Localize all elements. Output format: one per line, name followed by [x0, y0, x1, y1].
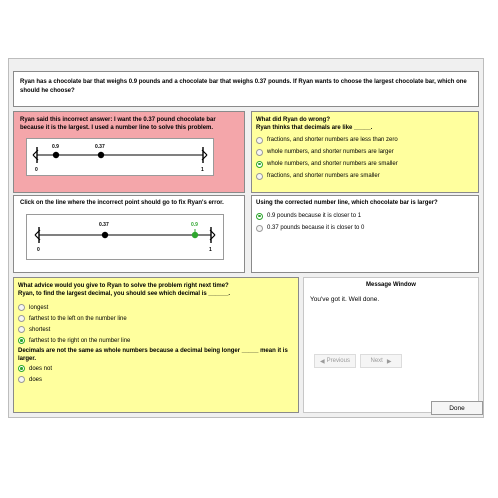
point-0-9: [52, 151, 60, 159]
question-text: Ryan has a chocolate bar that weighs 0.9…: [20, 79, 467, 94]
option-label: 0.9 pounds because it is closer to 1: [267, 213, 362, 219]
radio-icon[interactable]: [18, 315, 25, 322]
advice-prompt-2: Decimals are not the same as whole numbe…: [18, 348, 288, 362]
incorrect-answer-text: Ryan said this incorrect answer: I want …: [20, 117, 216, 131]
radio-selected-icon[interactable]: [18, 337, 25, 344]
radio-icon[interactable]: [256, 224, 263, 232]
advice-option[interactable]: longest: [18, 302, 294, 313]
advice2-option[interactable]: does: [18, 374, 294, 385]
ryan-number-line: 0.9 0.37 0 1: [26, 138, 214, 176]
previous-label: Previous: [326, 358, 350, 364]
wrong-option[interactable]: whole numbers, and shorter numbers are s…: [256, 158, 474, 170]
option-label: 0.37 pounds because it is closer to 0: [267, 225, 365, 231]
option-label: does: [29, 376, 43, 383]
radio-icon[interactable]: [256, 148, 263, 156]
wrong-option[interactable]: fractions, and shorter numbers are small…: [256, 170, 474, 182]
corrected-option[interactable]: 0.37 pounds because it is closer to 0: [256, 222, 474, 234]
fix-number-line-panel: Click on the line where the incorrect po…: [13, 195, 245, 273]
advice2-option[interactable]: does not: [18, 363, 294, 374]
option-label: farthest to the left on the number line: [29, 315, 127, 322]
radio-icon[interactable]: [18, 304, 25, 311]
advice-panel: What advice would you give to Ryan to so…: [13, 277, 299, 413]
corrected-title: Using the corrected number line, which c…: [256, 200, 438, 206]
advice-title: What advice would you give to Ryan to so…: [18, 283, 229, 289]
option-label: whole numbers, and shorter numbers are s…: [267, 161, 398, 167]
advice-option[interactable]: farthest to the right on the number line: [18, 335, 294, 346]
point-0-37: [101, 231, 109, 239]
radio-icon[interactable]: [256, 136, 263, 144]
min-label: 0: [37, 247, 40, 253]
radio-icon[interactable]: [18, 376, 25, 383]
advice-prompt: Ryan, to find the largest decimal, you s…: [18, 291, 231, 297]
point-label: 0.37: [99, 222, 109, 228]
what-wrong-panel: What did Ryan do wrong? Ryan thinks that…: [251, 111, 479, 193]
right-triangle-icon: ▶: [386, 358, 392, 365]
min-label: 0: [35, 167, 38, 173]
point-label: 0.37: [95, 144, 105, 150]
option-label: fractions, and shorter numbers are small…: [267, 173, 380, 179]
advice-option[interactable]: farthest to the left on the number line: [18, 313, 294, 324]
option-label: fractions, and shorter numbers are less …: [267, 137, 398, 143]
what-wrong-title: What did Ryan do wrong?: [256, 117, 330, 123]
point-label: 0.9: [52, 144, 59, 150]
max-label: 1: [201, 167, 204, 173]
wrong-option[interactable]: fractions, and shorter numbers are less …: [256, 134, 474, 146]
option-label: farthest to the right on the number line: [29, 337, 131, 344]
left-triangle-icon: ◀: [320, 358, 325, 365]
point-0-37: [97, 151, 105, 159]
tutor-frame: Ryan has a chocolate bar that weighs 0.9…: [8, 58, 484, 418]
next-label: Next: [370, 358, 383, 364]
point-0-9-corrected[interactable]: [191, 231, 199, 239]
question-panel: Ryan has a chocolate bar that weighs 0.9…: [13, 71, 479, 107]
done-button[interactable]: Done: [431, 401, 483, 415]
radio-selected-icon[interactable]: [256, 212, 263, 220]
option-label: does not: [29, 365, 53, 372]
corrected-option[interactable]: 0.9 pounds because it is closer to 1: [256, 210, 474, 222]
next-button[interactable]: Next ▶: [360, 354, 402, 368]
wrong-option[interactable]: whole numbers, and shorter numbers are l…: [256, 146, 474, 158]
option-label: whole numbers, and shorter numbers are l…: [267, 149, 394, 155]
advice-option[interactable]: shortest: [18, 324, 294, 335]
fix-number-line[interactable]: 0.37 0.9 0 1: [26, 214, 224, 260]
point-label: 0.9: [191, 222, 198, 228]
previous-button[interactable]: ◀ Previous: [314, 354, 356, 368]
option-label: shortest: [29, 326, 51, 333]
message-text: You've got it. Well done.: [310, 296, 380, 303]
radio-icon[interactable]: [256, 172, 263, 180]
max-label: 1: [209, 247, 212, 253]
what-wrong-prompt: Ryan thinks that decimals are like _____…: [256, 125, 373, 131]
fix-number-line-svg[interactable]: 0.37 0.9 0 1: [27, 215, 223, 259]
fix-title: Click on the line where the incorrect po…: [20, 200, 224, 206]
corrected-question-panel: Using the corrected number line, which c…: [251, 195, 479, 273]
message-window: Message Window You've got it. Well done.…: [303, 277, 479, 413]
ryan-number-line-svg: 0.9 0.37 0 1: [32, 144, 208, 173]
incorrect-answer-panel: Ryan said this incorrect answer: I want …: [13, 111, 245, 193]
message-title: Message Window: [366, 282, 416, 288]
radio-selected-icon[interactable]: [18, 365, 25, 372]
option-label: longest: [29, 304, 49, 311]
radio-selected-icon[interactable]: [256, 160, 263, 168]
radio-icon[interactable]: [18, 326, 25, 333]
